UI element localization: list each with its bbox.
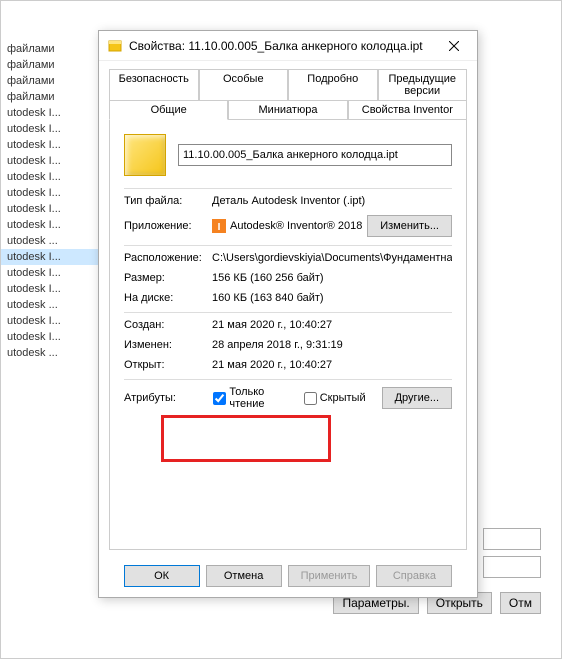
modified-label: Изменен: bbox=[124, 339, 212, 351]
list-item[interactable]: utodesk ... bbox=[1, 345, 101, 361]
modified-value: 28 апреля 2018 г., 9:31:19 bbox=[212, 339, 452, 351]
hidden-label: Скрытый bbox=[320, 392, 366, 404]
list-item[interactable]: utodesk I... bbox=[1, 249, 101, 265]
bg-dropdown-2[interactable] bbox=[483, 556, 541, 578]
tab-общие[interactable]: Общие bbox=[109, 101, 228, 120]
readonly-checkbox-wrap[interactable]: Только чтение bbox=[213, 386, 295, 410]
list-item[interactable]: utodesk ... bbox=[1, 233, 101, 249]
list-item[interactable]: utodesk I... bbox=[1, 201, 101, 217]
list-item[interactable]: utodesk I... bbox=[1, 153, 101, 169]
list-item[interactable]: utodesk I... bbox=[1, 329, 101, 345]
opened-label: Открыт: bbox=[124, 359, 212, 371]
opened-value: 21 мая 2020 г., 10:40:27 bbox=[212, 359, 452, 371]
inventor-icon: I bbox=[212, 219, 226, 233]
list-item[interactable]: файлами bbox=[1, 73, 101, 89]
other-button[interactable]: Другие... bbox=[382, 387, 452, 409]
list-item[interactable]: файлами bbox=[1, 89, 101, 105]
size-label: Размер: bbox=[124, 272, 212, 284]
location-label: Расположение: bbox=[124, 252, 212, 264]
cancel-button[interactable]: Отмена bbox=[206, 565, 282, 587]
attr-label: Атрибуты: bbox=[124, 392, 205, 404]
tabs: БезопасностьОсобыеПодробноПредыдущие вер… bbox=[109, 69, 467, 550]
cancel-button-bg[interactable]: Отм bbox=[500, 592, 541, 614]
tab-предыдущие-версии[interactable]: Предыдущие версии bbox=[378, 69, 468, 101]
titlebar: Свойства: 11.10.00.005_Балка анкерного к… bbox=[99, 31, 477, 61]
list-item[interactable]: utodesk I... bbox=[1, 217, 101, 233]
list-item[interactable]: utodesk I... bbox=[1, 137, 101, 153]
list-item[interactable]: utodesk I... bbox=[1, 281, 101, 297]
size-value: 156 КБ (160 256 байт) bbox=[212, 272, 452, 284]
disk-value: 160 КБ (163 840 байт) bbox=[212, 292, 452, 304]
filetype-value: Деталь Autodesk Inventor (.ipt) bbox=[212, 195, 452, 207]
tab-безопасность[interactable]: Безопасность bbox=[109, 69, 199, 101]
location-value: C:\Users\gordievskiyia\Documents\Фундаме… bbox=[212, 252, 452, 264]
file-type-icon bbox=[124, 134, 166, 176]
app-value: Autodesk® Inventor® 2018 bbox=[230, 220, 367, 232]
list-item[interactable]: utodesk I... bbox=[1, 121, 101, 137]
apply-button[interactable]: Применить bbox=[288, 565, 371, 587]
readonly-label: Только чтение bbox=[229, 386, 295, 410]
close-button[interactable] bbox=[439, 34, 469, 58]
list-item[interactable]: utodesk I... bbox=[1, 265, 101, 281]
created-value: 21 мая 2020 г., 10:40:27 bbox=[212, 319, 452, 331]
readonly-checkbox[interactable] bbox=[213, 392, 226, 405]
list-item[interactable]: utodesk I... bbox=[1, 185, 101, 201]
list-item[interactable]: utodesk I... bbox=[1, 313, 101, 329]
disk-label: На диске: bbox=[124, 292, 212, 304]
hidden-checkbox[interactable] bbox=[304, 392, 317, 405]
tab-свойства-inventor[interactable]: Свойства Inventor bbox=[348, 101, 467, 120]
help-button[interactable]: Справка bbox=[376, 565, 452, 587]
filename-input[interactable] bbox=[178, 144, 452, 166]
list-item[interactable]: файлами bbox=[1, 57, 101, 73]
change-button[interactable]: Изменить... bbox=[367, 215, 452, 237]
hidden-checkbox-wrap[interactable]: Скрытый bbox=[304, 392, 366, 405]
list-item[interactable]: utodesk I... bbox=[1, 169, 101, 185]
properties-dialog: Свойства: 11.10.00.005_Балка анкерного к… bbox=[98, 30, 478, 598]
tab-general-content: Тип файла: Деталь Autodesk Inventor (.ip… bbox=[109, 120, 467, 550]
tab-особые[interactable]: Особые bbox=[199, 69, 289, 101]
bg-dropdown-1[interactable] bbox=[483, 528, 541, 550]
app-label: Приложение: bbox=[124, 220, 212, 232]
list-item[interactable]: файлами bbox=[1, 41, 101, 57]
tab-миниатюра[interactable]: Миниатюра bbox=[228, 101, 347, 120]
dialog-title: Свойства: 11.10.00.005_Балка анкерного к… bbox=[129, 39, 439, 53]
created-label: Создан: bbox=[124, 319, 212, 331]
list-item[interactable]: utodesk I... bbox=[1, 105, 101, 121]
svg-text:I: I bbox=[218, 222, 221, 233]
list-item[interactable]: utodesk ... bbox=[1, 297, 101, 313]
filetype-label: Тип файла: bbox=[124, 195, 212, 207]
ok-button[interactable]: ОК bbox=[124, 565, 200, 587]
tab-подробно[interactable]: Подробно bbox=[288, 69, 378, 101]
file-list: файламифайламифайламифайламиutodesk I...… bbox=[1, 41, 101, 601]
file-icon bbox=[107, 38, 123, 54]
